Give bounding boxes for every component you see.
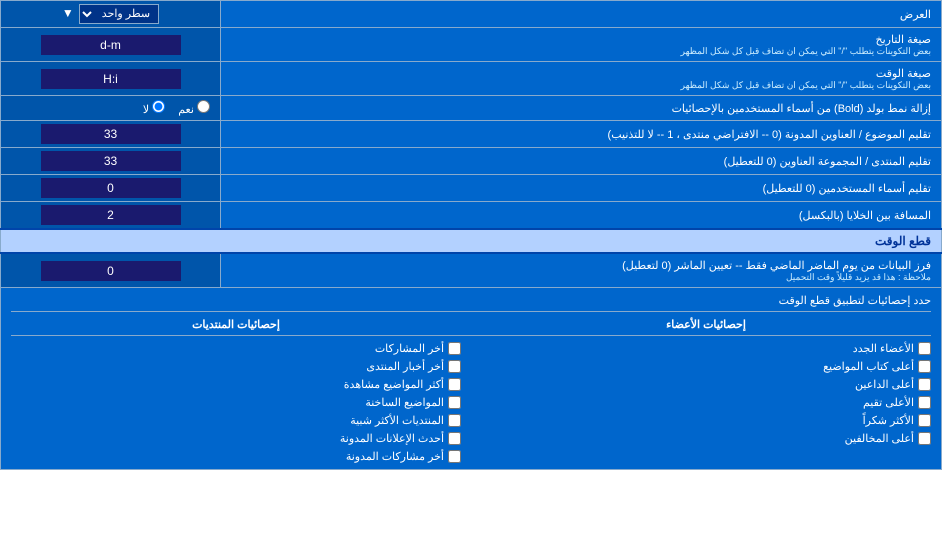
cb-top-violators[interactable]: أعلى المخالفين xyxy=(481,432,931,445)
forum-sort-input[interactable]: 33 xyxy=(41,151,181,171)
users-sort-label: تقليم أسماء المستخدمين (0 للتعطيل) xyxy=(221,175,942,202)
cb-last-news-input[interactable] xyxy=(448,360,461,373)
date-format-label: صيغة التاريخ بعض التكوينات يتطلب "/" الت… xyxy=(221,28,942,62)
cb-new-members-input[interactable] xyxy=(918,342,931,355)
cb-most-viewed[interactable]: أكثر المواضيع مشاهدة xyxy=(11,378,461,391)
display-input-cell: سطر واحد سطرين ثلاثة أسطر ▼ xyxy=(1,1,221,28)
topics-sort-label: تقليم الموضوع / العناوين المدونة (0 -- ا… xyxy=(221,121,942,148)
cb-latest-announcements-input[interactable] xyxy=(448,432,461,445)
remove-bold-row: إزالة نمط بولد (Bold) من أسماء المستخدمي… xyxy=(1,96,942,121)
cb-most-thanks[interactable]: الأكثر شكراً xyxy=(481,414,931,427)
realtime-section-title: قطع الوقت xyxy=(1,229,942,253)
remove-bold-no-radio[interactable] xyxy=(152,100,165,113)
cb-top-writers-input[interactable] xyxy=(918,360,931,373)
cb-most-viewed-label: أكثر المواضيع مشاهدة xyxy=(344,378,444,391)
time-format-row: صيغة الوقت بعض التكوينات يتطلب "/" التي … xyxy=(1,62,942,96)
checkboxes-cell: حدد إحصائيات لتطبيق قطع الوقت إحصائيات ا… xyxy=(1,288,942,470)
forum-sort-row: تقليم المنتدى / المجموعة العناوين (0 للت… xyxy=(1,148,942,175)
cb-top-violators-label: أعلى المخالفين xyxy=(845,432,914,445)
cb-similar-forums-input[interactable] xyxy=(448,414,461,427)
cb-last-posts[interactable]: أخر المشاركات xyxy=(11,342,461,355)
remove-bold-label: إزالة نمط بولد (Bold) من أسماء المستخدمي… xyxy=(221,96,942,121)
limit-label: حدد إحصائيات لتطبيق قطع الوقت xyxy=(779,295,931,307)
display-label: العرض xyxy=(221,1,942,28)
cb-last-news[interactable]: أخر أخبار المنتدى xyxy=(11,360,461,373)
filter-row: فرز البيانات من يوم الماضر الماضي فقط --… xyxy=(1,253,942,288)
cb-last-posts-label: أخر المشاركات xyxy=(375,342,444,355)
cb-top-writers[interactable]: أعلى كتاب المواضيع xyxy=(481,360,931,373)
checkboxes-row: حدد إحصائيات لتطبيق قطع الوقت إحصائيات ا… xyxy=(1,288,942,470)
date-format-input-cell: d-m xyxy=(1,28,221,62)
forums-checkbox-col: أخر المشاركات أخر أخبار المنتدى أكثر الم… xyxy=(11,342,461,463)
cb-last-news-label: أخر أخبار المنتدى xyxy=(366,360,444,373)
dropdown-icon: ▼ xyxy=(62,6,74,20)
cb-most-thanks-input[interactable] xyxy=(918,414,931,427)
users-sort-input-cell: 0 xyxy=(1,175,221,202)
lines-select[interactable]: سطر واحد سطرين ثلاثة أسطر xyxy=(79,4,159,24)
cb-hot-topics[interactable]: المواضيع الساخنة xyxy=(11,396,461,409)
cb-last-blog-posts[interactable]: أخر مشاركات المدونة xyxy=(11,450,461,463)
checkboxes-grid: الأعضاء الجدد أعلى كتاب المواضيع أعلى ال… xyxy=(11,342,931,463)
settings-table: العرض سطر واحد سطرين ثلاثة أسطر ▼ صيغة ا… xyxy=(0,0,942,470)
display-row: العرض سطر واحد سطرين ثلاثة أسطر ▼ xyxy=(1,1,942,28)
cells-gap-input[interactable]: 2 xyxy=(41,205,181,225)
topics-sort-input[interactable]: 33 xyxy=(41,124,181,144)
cb-top-writers-label: أعلى كتاب المواضيع xyxy=(823,360,914,373)
cb-last-posts-input[interactable] xyxy=(448,342,461,355)
cells-gap-input-cell: 2 xyxy=(1,202,221,230)
filter-label: فرز البيانات من يوم الماضر الماضي فقط --… xyxy=(221,253,942,288)
time-format-input-cell: H:i xyxy=(1,62,221,96)
cb-last-blog-posts-label: أخر مشاركات المدونة xyxy=(346,450,444,463)
cb-latest-announcements-label: أحدث الإعلانات المدونة xyxy=(340,432,444,445)
cb-similar-forums-label: المنتديات الأكثر شبية xyxy=(350,414,444,427)
remove-bold-input-cell: نعم لا xyxy=(1,96,221,121)
forum-sort-input-cell: 33 xyxy=(1,148,221,175)
cells-gap-row: المسافة بين الخلايا (بالبكسل) 2 xyxy=(1,202,942,230)
cb-top-rated[interactable]: الأعلى تقيم xyxy=(481,396,931,409)
cb-latest-announcements[interactable]: أحدث الإعلانات المدونة xyxy=(11,432,461,445)
radio-yes-label: نعم xyxy=(178,104,194,116)
cb-top-inviters-input[interactable] xyxy=(918,378,931,391)
cb-similar-forums[interactable]: المنتديات الأكثر شبية xyxy=(11,414,461,427)
cb-top-violators-input[interactable] xyxy=(918,432,931,445)
col2-title: إحصائيات الأعضاء xyxy=(481,318,931,331)
main-container: العرض سطر واحد سطرين ثلاثة أسطر ▼ صيغة ا… xyxy=(0,0,942,470)
members-checkbox-col: الأعضاء الجدد أعلى كتاب المواضيع أعلى ال… xyxy=(481,342,931,463)
date-format-row: صيغة التاريخ بعض التكوينات يتطلب "/" الت… xyxy=(1,28,942,62)
cells-gap-label: المسافة بين الخلايا (بالبكسل) xyxy=(221,202,942,230)
users-sort-input[interactable]: 0 xyxy=(41,178,181,198)
cb-top-inviters[interactable]: أعلى الداعين xyxy=(481,378,931,391)
topics-sort-row: تقليم الموضوع / العناوين المدونة (0 -- ا… xyxy=(1,121,942,148)
cb-most-viewed-input[interactable] xyxy=(448,378,461,391)
time-format-label: صيغة الوقت بعض التكوينات يتطلب "/" التي … xyxy=(221,62,942,96)
forum-sort-label: تقليم المنتدى / المجموعة العناوين (0 للت… xyxy=(221,148,942,175)
cb-new-members[interactable]: الأعضاء الجدد xyxy=(481,342,931,355)
date-format-input[interactable]: d-m xyxy=(41,35,181,55)
filter-input[interactable]: 0 xyxy=(41,261,181,281)
filter-input-cell: 0 xyxy=(1,253,221,288)
users-sort-row: تقليم أسماء المستخدمين (0 للتعطيل) 0 xyxy=(1,175,942,202)
cb-most-thanks-label: الأكثر شكراً xyxy=(863,414,914,427)
cb-top-inviters-label: أعلى الداعين xyxy=(855,378,914,391)
cb-hot-topics-input[interactable] xyxy=(448,396,461,409)
cb-hot-topics-label: المواضيع الساخنة xyxy=(365,396,444,409)
cb-last-blog-posts-input[interactable] xyxy=(448,450,461,463)
cb-top-rated-label: الأعلى تقيم xyxy=(863,396,914,409)
topics-sort-input-cell: 33 xyxy=(1,121,221,148)
cb-top-rated-input[interactable] xyxy=(918,396,931,409)
radio-no-label: لا xyxy=(143,104,149,116)
remove-bold-yes-radio[interactable] xyxy=(197,100,210,113)
cb-new-members-label: الأعضاء الجدد xyxy=(853,342,914,355)
time-format-input[interactable]: H:i xyxy=(41,69,181,89)
col1-title: إحصائيات المنتديات xyxy=(11,318,461,331)
realtime-section-header-row: قطع الوقت xyxy=(1,229,942,253)
